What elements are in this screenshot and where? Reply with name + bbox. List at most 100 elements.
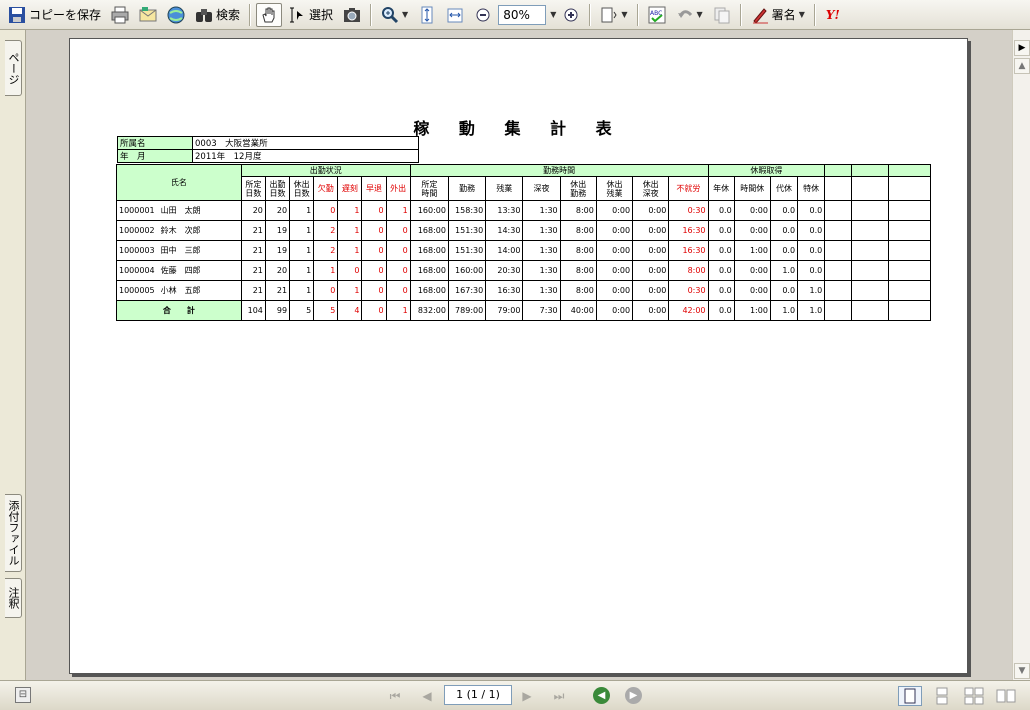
yahoo-button[interactable]: Y! <box>821 3 845 27</box>
next-page-icon[interactable]: ▶ <box>517 687 537 705</box>
leave-value: 0:00 <box>733 220 771 241</box>
total-leave-value: 1:00 <box>733 300 771 321</box>
total-work-value: 0:00 <box>632 300 670 321</box>
attendance-value: 2 <box>313 240 339 261</box>
attendance-value: 0 <box>337 260 363 281</box>
zoom-out-button[interactable] <box>470 3 496 27</box>
single-page-layout-icon[interactable] <box>898 686 922 706</box>
scroll-up-arrow-icon[interactable]: ▲ <box>1014 58 1030 74</box>
leave-value: 0.0 <box>707 240 735 261</box>
email-button[interactable] <box>135 3 161 27</box>
zoom-level-input[interactable]: 80% <box>498 4 547 25</box>
navigation-panel: ページ 添付ファイル 注釈 <box>0 30 26 680</box>
employee-id: 1000001 <box>119 206 155 215</box>
info-value: 2011年 12月度 <box>192 149 419 163</box>
total-attendance-value: 4 <box>337 300 363 321</box>
work-value: 1:30 <box>522 200 561 221</box>
total-work-value: 832:00 <box>409 300 449 321</box>
continuous-facing-layout-icon[interactable] <box>962 686 986 706</box>
work-value: 0:30 <box>668 200 709 221</box>
column-header: 所定 時間 <box>409 176 449 201</box>
employee-cell: 1000001 山田 太朗 <box>116 200 242 221</box>
column-header: 休出 日数 <box>289 176 315 201</box>
column-header: 外出 <box>385 176 411 201</box>
tab-attachments[interactable]: 添付ファイル <box>5 494 22 572</box>
fit-page-button[interactable] <box>414 3 440 27</box>
info-label: 年 月 <box>117 149 193 163</box>
last-page-icon[interactable]: ⏭ <box>549 687 569 705</box>
panel-expand-arrow-icon[interactable]: ▶ <box>1014 40 1030 56</box>
work-value: 0:00 <box>595 260 634 281</box>
select-tool-button[interactable]: 選択 <box>284 3 337 27</box>
tab-pages[interactable]: ページ <box>5 40 22 96</box>
globe-icon <box>167 6 185 24</box>
total-work-value: 7:30 <box>522 300 561 321</box>
leave-value: 0.0 <box>769 200 799 221</box>
blank-cell <box>887 176 932 201</box>
toolbar-separator <box>589 3 592 26</box>
sign-button[interactable]: 署名 ▼ <box>747 3 809 27</box>
zoom-dropdown-icon[interactable]: ▼ <box>550 10 556 19</box>
go-forward-icon[interactable]: ▶ <box>625 687 642 704</box>
go-back-icon[interactable]: ◀ <box>593 687 610 704</box>
camera-icon <box>343 6 361 24</box>
undo-button[interactable]: ▼ <box>672 3 707 27</box>
search-button[interactable]: 検索 <box>191 3 244 27</box>
leave-value: 0:00 <box>733 200 771 221</box>
column-header: 代休 <box>769 176 799 201</box>
page-view-button[interactable]: ▼ <box>596 3 631 27</box>
work-value: 0:00 <box>632 220 670 241</box>
zoom-in-button[interactable] <box>558 3 584 27</box>
column-header: 休出 残業 <box>595 176 634 201</box>
info-row: 年 月 2011年 12月度 <box>117 149 419 163</box>
leave-value: 0.0 <box>797 200 826 221</box>
print-button[interactable] <box>107 3 133 27</box>
toolbar-separator <box>249 3 252 26</box>
document-viewer[interactable]: 稼 動 集 計 表 所属名 0003 大阪営業所 年 月 2011年 12月度 … <box>28 30 1012 680</box>
header-name: 氏名 <box>116 164 242 201</box>
panel-toggle-icon[interactable]: ⊟ <box>15 687 31 703</box>
total-leave-value: 1.0 <box>769 300 799 321</box>
zoom-tool-button[interactable]: ▼ <box>377 3 412 27</box>
attendance-value: 1 <box>289 260 315 281</box>
copy-icon <box>713 6 731 24</box>
work-value: 168:00 <box>409 280 449 301</box>
attendance-value: 1 <box>337 200 363 221</box>
scroll-down-arrow-icon[interactable]: ▼ <box>1014 663 1030 679</box>
save-copy-button[interactable]: コピーを保存 <box>4 3 105 27</box>
blank-cell <box>851 176 889 201</box>
total-work-value: 79:00 <box>485 300 524 321</box>
attendance-value: 21 <box>240 240 266 261</box>
header-leave: 休暇取得 <box>707 164 826 177</box>
previous-page-icon[interactable]: ◀ <box>417 687 437 705</box>
undo-icon <box>676 6 694 24</box>
attendance-value: 1 <box>337 280 363 301</box>
first-page-icon[interactable]: ⏮ <box>385 687 405 705</box>
hand-tool-button[interactable] <box>256 2 283 27</box>
copy-button[interactable] <box>709 3 735 27</box>
employee-id: 1000003 <box>119 246 155 255</box>
blank-cell <box>887 220 932 241</box>
fit-width-button[interactable] <box>442 3 468 27</box>
leave-value: 1.0 <box>797 280 826 301</box>
facing-layout-icon[interactable] <box>994 686 1018 706</box>
continuous-layout-icon[interactable] <box>930 686 954 706</box>
blank-cell <box>851 260 889 281</box>
work-value: 1:30 <box>522 280 561 301</box>
work-value: 20:30 <box>485 260 524 281</box>
page-number-input[interactable]: 1 (1 / 1) <box>444 685 512 705</box>
spellcheck-button[interactable]: ABC <box>644 3 670 27</box>
employee-cell: 1000005 小林 五郎 <box>116 280 242 301</box>
vertical-scrollbar[interactable]: ▶ ▲ ▼ <box>1012 30 1030 680</box>
tab-comments[interactable]: 注釈 <box>5 578 22 618</box>
total-attendance-value: 104 <box>240 300 266 321</box>
work-value: 1:30 <box>522 220 561 241</box>
hand-icon <box>260 6 278 24</box>
column-header: 欠勤 <box>313 176 339 201</box>
work-value: 13:30 <box>485 200 524 221</box>
snapshot-button[interactable] <box>339 3 365 27</box>
header-work-hours: 勤務時間 <box>409 164 709 177</box>
employee-id: 1000002 <box>119 226 155 235</box>
toolbar-separator <box>370 3 373 26</box>
web-button[interactable] <box>163 3 189 27</box>
